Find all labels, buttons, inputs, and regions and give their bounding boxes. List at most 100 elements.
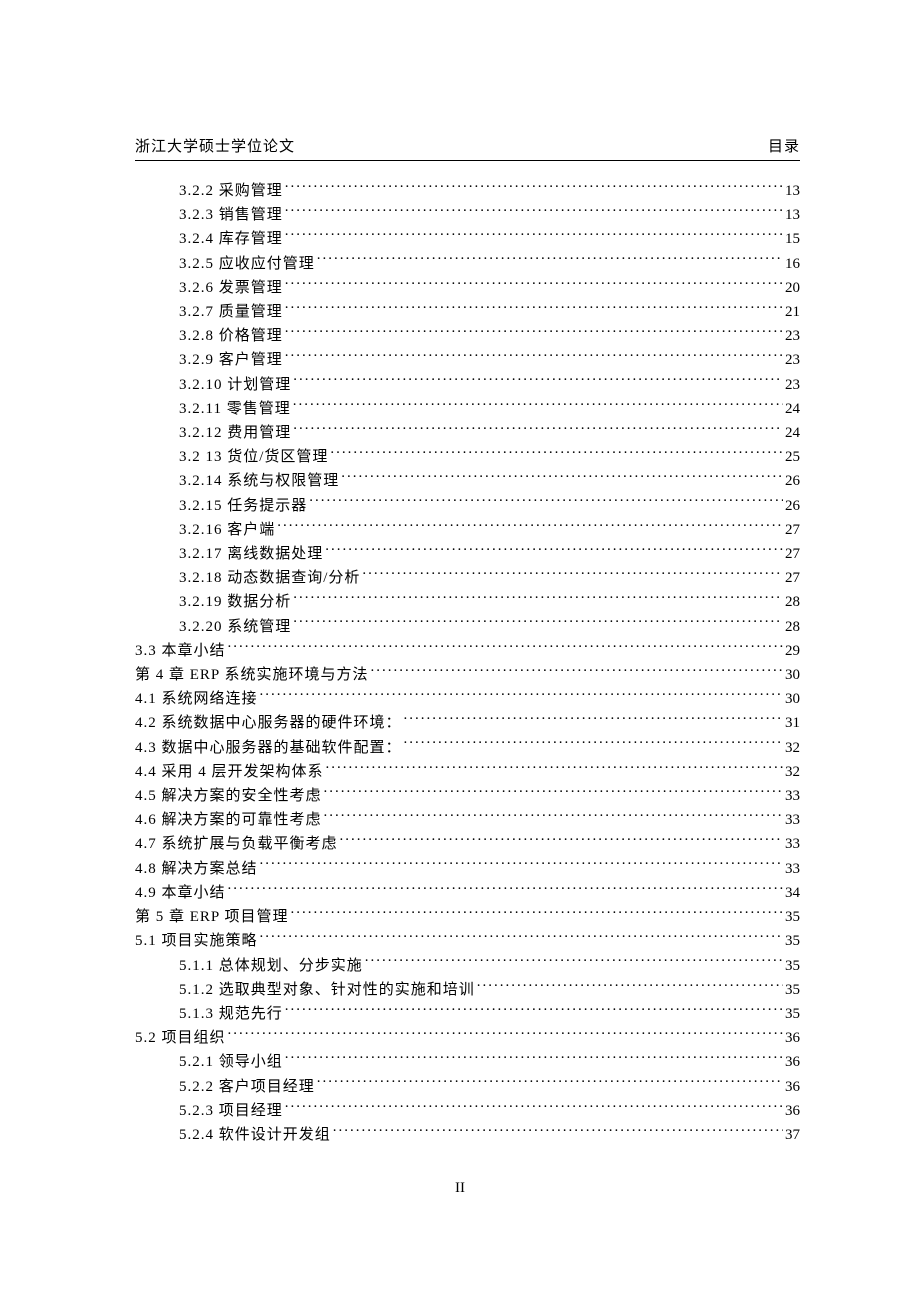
header-right: 目录 <box>768 135 800 156</box>
toc-entry-page: 28 <box>785 615 800 639</box>
toc-dot-leader <box>365 955 783 970</box>
toc-dot-leader <box>324 785 783 800</box>
header-left: 浙江大学硕士学位论文 <box>135 135 295 156</box>
toc-dot-leader <box>285 277 783 292</box>
toc-entry-label: 5.2.3 项目经理 <box>179 1099 283 1123</box>
toc-entry-page: 30 <box>785 687 800 711</box>
toc-dot-leader <box>285 228 783 243</box>
toc-entry-label: 4.6 解决方案的可靠性考虑 <box>135 808 322 832</box>
toc-entry-page: 36 <box>785 1075 800 1099</box>
toc-entry-page: 25 <box>785 445 800 469</box>
toc-entry-label: 4.1 系统网络连接 <box>135 687 258 711</box>
toc-entry-page: 35 <box>785 954 800 978</box>
toc-entry-page: 24 <box>785 397 800 421</box>
toc-entry-page: 26 <box>785 469 800 493</box>
toc-entry-page: 23 <box>785 348 800 372</box>
toc-dot-leader <box>293 422 783 437</box>
toc-dot-leader <box>324 809 783 824</box>
document-page: 浙江大学硕士学位论文 目录 3.2.2 采购管理 133.2.3 销售管理 13… <box>0 0 920 1302</box>
toc-entry-page: 32 <box>785 760 800 784</box>
toc-entry: 3.3 本章小结 29 <box>135 639 800 663</box>
toc-dot-leader <box>290 906 783 921</box>
toc-entry-page: 32 <box>785 736 800 760</box>
toc-dot-leader <box>285 1100 783 1115</box>
toc-entry-page: 13 <box>785 179 800 203</box>
toc-dot-leader <box>285 325 783 340</box>
toc-dot-leader <box>293 591 783 606</box>
toc-entry-page: 36 <box>785 1050 800 1074</box>
toc-dot-leader <box>260 688 783 703</box>
toc-entry-label: 3.2.5 应收应付管理 <box>179 252 315 276</box>
toc-entry: 4.1 系统网络连接 30 <box>135 687 800 711</box>
toc-entry: 3.2.2 采购管理 13 <box>135 179 800 203</box>
running-header: 浙江大学硕士学位论文 目录 <box>135 135 800 161</box>
toc-dot-leader <box>285 301 783 316</box>
toc-entry-page: 33 <box>785 784 800 808</box>
toc-entry-label: 3.2.7 质量管理 <box>179 300 283 324</box>
toc-entry-label: 3.2.2 采购管理 <box>179 179 283 203</box>
toc-entry-label: 5.1.2 选取典型对象、针对性的实施和培训 <box>179 978 475 1002</box>
toc-entry-label: 5.1.1 总体规划、分步实施 <box>179 954 363 978</box>
toc-entry-page: 20 <box>785 276 800 300</box>
toc-entry-page: 35 <box>785 978 800 1002</box>
toc-entry-label: 5.2 项目组织 <box>135 1026 226 1050</box>
toc-entry: 3.2.9 客户管理 23 <box>135 348 800 372</box>
toc-entry-page: 21 <box>785 300 800 324</box>
toc-entry-label: 4.2 系统数据中心服务器的硬件环境： <box>135 711 402 735</box>
toc-dot-leader <box>326 761 783 776</box>
toc-entry-page: 35 <box>785 1002 800 1026</box>
toc-dot-leader <box>285 1003 783 1018</box>
toc-dot-leader <box>285 180 783 195</box>
toc-entry-page: 23 <box>785 324 800 348</box>
toc-entry: 3.2.20 系统管理 28 <box>135 615 800 639</box>
toc-entry-label: 3.2.17 离线数据处理 <box>179 542 323 566</box>
toc-entry: 4.9 本章小结 34 <box>135 881 800 905</box>
toc-entry-label: 4.3 数据中心服务器的基础软件配置： <box>135 736 402 760</box>
toc-dot-leader <box>317 253 783 268</box>
toc-entry-label: 3.2.18 动态数据查询/分析 <box>179 566 360 590</box>
toc-entry-label: 3.2.6 发票管理 <box>179 276 283 300</box>
toc-dot-leader <box>260 858 783 873</box>
toc-entry: 5.2.4 软件设计开发组 37 <box>135 1123 800 1147</box>
toc-entry-page: 36 <box>785 1026 800 1050</box>
toc-entry-label: 3.2.4 库存管理 <box>179 227 283 251</box>
toc-entry-label: 3.2.10 计划管理 <box>179 373 291 397</box>
toc-entry-page: 29 <box>785 639 800 663</box>
toc-dot-leader <box>341 470 783 485</box>
toc-entry: 3.2.10 计划管理 23 <box>135 373 800 397</box>
toc-entry: 5.2 项目组织 36 <box>135 1026 800 1050</box>
toc-entry: 4.5 解决方案的安全性考虑 33 <box>135 784 800 808</box>
toc-dot-leader <box>228 640 783 655</box>
toc-entry-page: 33 <box>785 857 800 881</box>
toc-entry-label: 第 4 章 ERP 系统实施环境与方法 <box>135 663 368 687</box>
toc-entry-label: 5.1.3 规范先行 <box>179 1002 283 1026</box>
table-of-contents: 3.2.2 采购管理 133.2.3 销售管理 133.2.4 库存管理 153… <box>135 179 800 1147</box>
toc-entry-label: 5.2.1 领导小组 <box>179 1050 283 1074</box>
toc-entry-page: 36 <box>785 1099 800 1123</box>
toc-entry-label: 4.9 本章小结 <box>135 881 226 905</box>
toc-entry: 3.2 13 货位/货区管理 25 <box>135 445 800 469</box>
toc-dot-leader <box>293 398 783 413</box>
toc-entry: 3.2.19 数据分析 28 <box>135 590 800 614</box>
toc-entry-label: 4.7 系统扩展与负载平衡考虑 <box>135 832 338 856</box>
toc-dot-leader <box>277 519 783 534</box>
toc-entry-label: 3.3 本章小结 <box>135 639 226 663</box>
toc-entry-label: 3.2.3 销售管理 <box>179 203 283 227</box>
toc-entry-label: 3.2.20 系统管理 <box>179 615 291 639</box>
toc-entry: 5.2.2 客户项目经理 36 <box>135 1075 800 1099</box>
toc-entry-page: 33 <box>785 832 800 856</box>
toc-entry: 3.2.4 库存管理 15 <box>135 227 800 251</box>
toc-entry-label: 5.1 项目实施策略 <box>135 929 258 953</box>
toc-entry-label: 4.4 采用 4 层开发架构体系 <box>135 760 324 784</box>
toc-entry-page: 28 <box>785 590 800 614</box>
toc-entry-label: 3.2.8 价格管理 <box>179 324 283 348</box>
toc-entry-page: 13 <box>785 203 800 227</box>
toc-entry: 3.2.15 任务提示器 26 <box>135 494 800 518</box>
toc-entry-label: 5.2.2 客户项目经理 <box>179 1075 315 1099</box>
toc-entry-label: 3.2 13 货位/货区管理 <box>179 445 328 469</box>
toc-entry: 3.2.17 离线数据处理 27 <box>135 542 800 566</box>
toc-entry-page: 15 <box>785 227 800 251</box>
toc-entry-label: 3.2.11 零售管理 <box>179 397 291 421</box>
toc-dot-leader <box>285 349 783 364</box>
toc-dot-leader <box>330 446 783 461</box>
